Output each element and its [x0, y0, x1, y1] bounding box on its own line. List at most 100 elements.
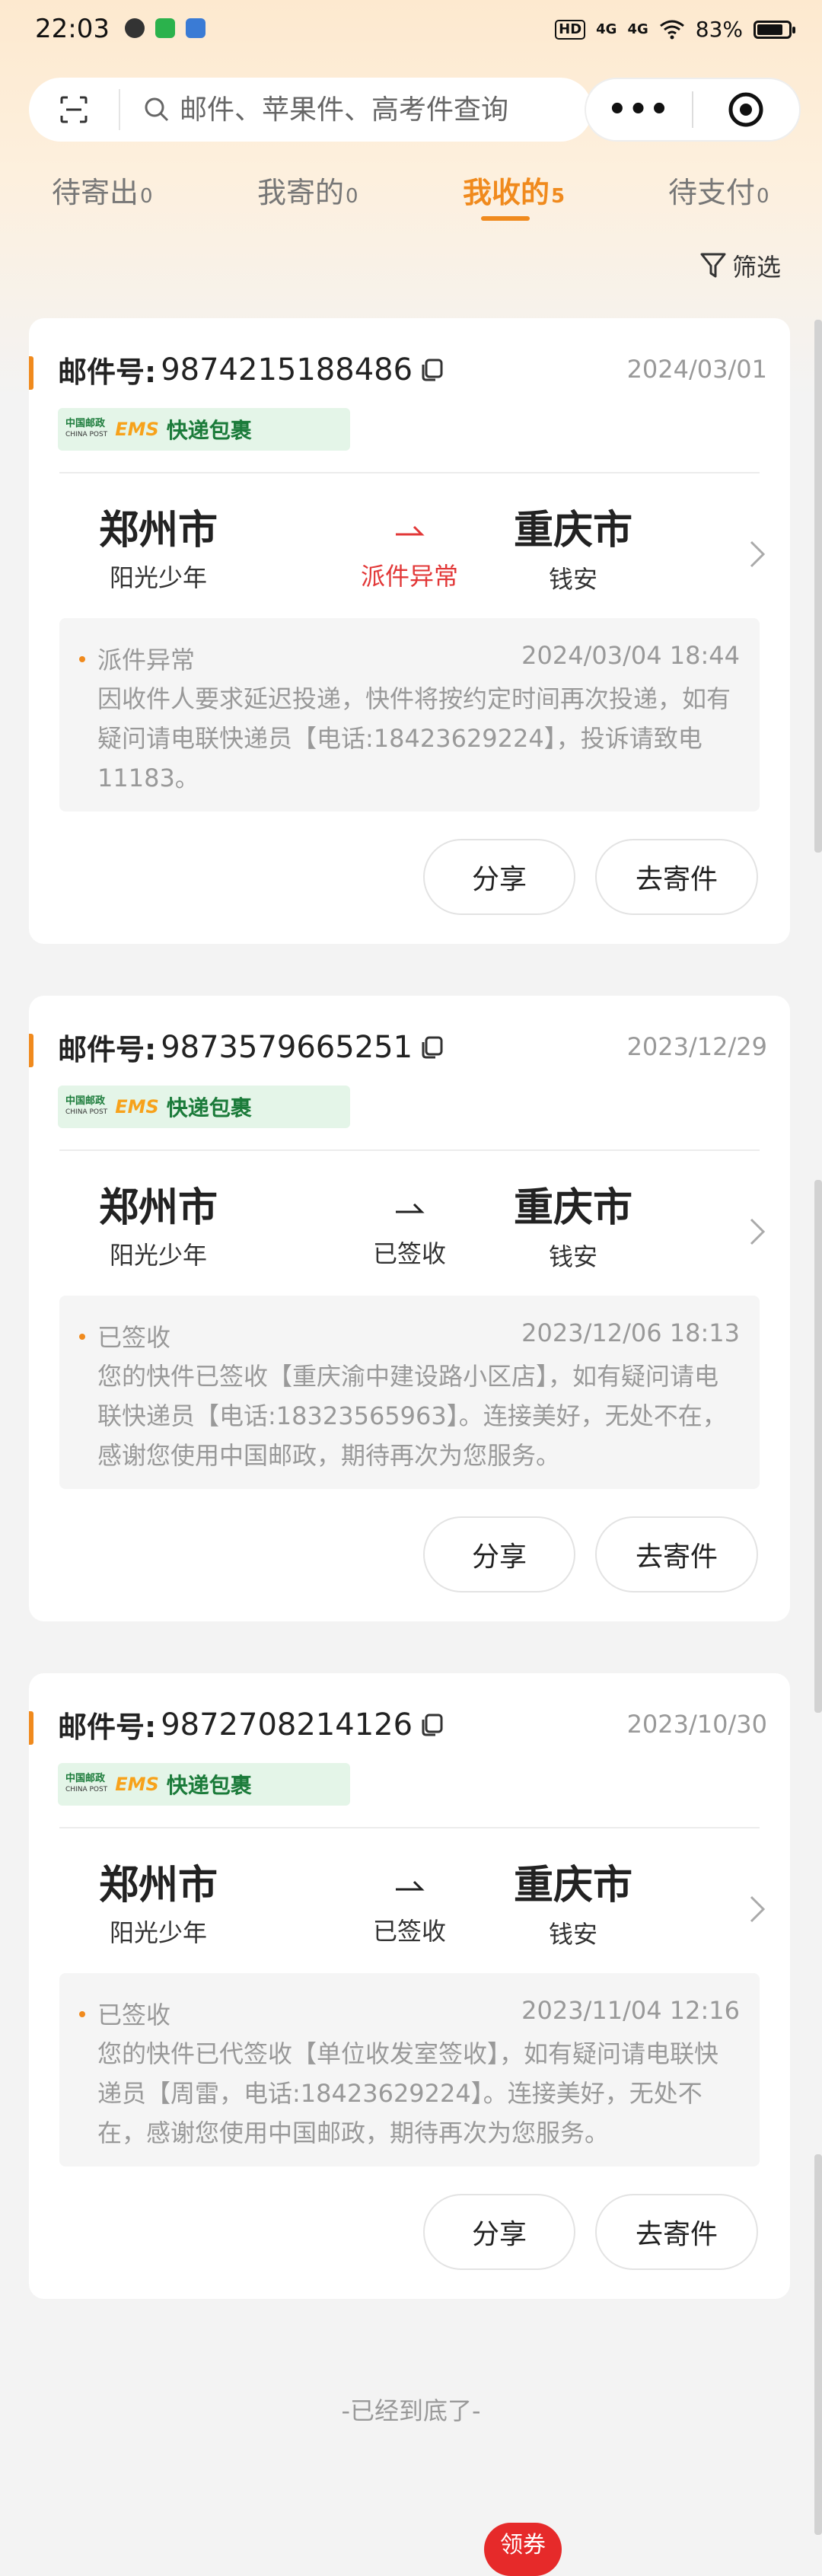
search-bar[interactable] — [29, 78, 592, 142]
chevron-right-icon[interactable] — [747, 1894, 767, 1924]
tab-sent[interactable]: 我寄的0 — [257, 169, 358, 211]
card-date: 2023/12/29 — [626, 1032, 767, 1061]
ems-badge: 中国邮政 CHINA POST EMS 快递包裹 — [58, 1763, 350, 1806]
mail-number-value: 9874215188486 — [161, 352, 413, 387]
tracking-info: 派件异常 2024/03/04 18:44 因收件人要求延迟投递，快件将按约定时… — [59, 618, 760, 811]
search-input-wrap — [120, 93, 546, 126]
to-city: 重庆市 — [513, 508, 632, 553]
mail-number-label: 邮件号: — [58, 1710, 157, 1744]
coupon-button[interactable]: 领券 — [484, 2523, 562, 2576]
tab-count: 5 — [551, 185, 566, 208]
track-dot — [79, 656, 85, 662]
track-time: 2023/11/04 12:16 — [521, 1996, 740, 2025]
china-post-logo: 中国邮政 CHINA POST — [65, 1773, 108, 1793]
app-notification-icon — [155, 18, 175, 38]
sender-name: 阳光少年 — [109, 563, 207, 592]
signal-icon: 4G — [596, 21, 617, 37]
ems-badge: 中国邮政 CHINA POST EMS 快递包裹 — [58, 1086, 350, 1128]
scrollbar[interactable] — [814, 1180, 822, 1713]
sender-name: 阳光少年 — [109, 1918, 207, 1947]
active-tab-indicator — [481, 216, 530, 221]
ems-badge: 中国邮政 CHINA POST EMS 快递包裹 — [58, 408, 350, 451]
app-notification-icon — [186, 18, 206, 38]
receiver-name: 钱安 — [548, 1920, 597, 1949]
china-post-logo: 中国邮政 CHINA POST — [65, 1095, 108, 1116]
card-divider — [59, 1827, 760, 1828]
ems-logo: EMS — [115, 1096, 159, 1117]
copy-icon[interactable] — [419, 357, 444, 383]
close-mini-program-button[interactable] — [693, 90, 799, 129]
tab-pending-send[interactable]: 待寄出0 — [52, 169, 153, 211]
badge-label: 快递包裹 — [166, 1773, 252, 1798]
tab-label: 待寄出 — [52, 176, 139, 209]
send-parcel-button[interactable]: 去寄件 — [595, 839, 758, 915]
track-title: 已签收 — [97, 1323, 171, 1352]
card-divider — [59, 1149, 760, 1151]
chevron-right-icon[interactable] — [747, 539, 767, 569]
mail-number-value: 9873579665251 — [161, 1029, 413, 1065]
track-description: 因收件人要求延迟投递，快件将按约定时间再次投递，如有疑问请电联快递员【电话:18… — [97, 684, 731, 792]
status-right: HD 4G 4G 83% — [555, 17, 795, 42]
status-bar: 22:03 HD 4G 4G 83% — [0, 0, 822, 65]
mail-number-label: 邮件号: — [58, 1033, 157, 1066]
card-date: 2024/03/01 — [626, 355, 767, 384]
card-date: 2023/10/30 — [626, 1710, 767, 1739]
mail-number: 邮件号: 9873579665251 — [58, 1026, 444, 1068]
tab-label: 我寄的 — [257, 176, 345, 209]
mail-number-value: 9872708214126 — [161, 1707, 413, 1742]
track-description: 您的快件已代签收【单位收发室签收】，如有疑问请电联快递员【周雷，电话:18423… — [97, 2039, 719, 2147]
badge-label: 快递包裹 — [166, 418, 252, 443]
to-city: 重庆市 — [513, 1185, 632, 1231]
tab-pending-payment[interactable]: 待支付0 — [668, 169, 769, 211]
battery-percent: 83% — [695, 17, 743, 42]
parcel-card[interactable]: 邮件号: 9872708214126 2023/10/30 中国邮政 CHINA … — [29, 1673, 790, 2299]
search-input[interactable] — [178, 93, 546, 126]
tab-count: 0 — [346, 185, 358, 208]
parcel-card[interactable]: 邮件号: 9874215188486 2024/03/01 中国邮政 CHINA … — [29, 318, 790, 944]
track-title: 派件异常 — [97, 646, 196, 674]
route-arrow-icon — [396, 1203, 425, 1213]
mail-number: 邮件号: 9872708214126 — [58, 1704, 444, 1745]
delivery-status: 已签收 — [372, 1239, 446, 1268]
route-arrow-icon — [396, 525, 425, 536]
card-accent-bar — [29, 1711, 33, 1745]
share-button[interactable]: 分享 — [423, 1516, 575, 1592]
delivery-status: 派件异常 — [360, 562, 458, 591]
china-post-logo: 中国邮政 CHINA POST — [65, 418, 108, 438]
card-divider — [59, 472, 760, 473]
from-city: 郑州市 — [98, 508, 218, 553]
send-parcel-button[interactable]: 去寄件 — [595, 2194, 758, 2270]
tab-count: 0 — [757, 185, 769, 208]
scrollbar[interactable] — [814, 320, 822, 853]
notification-icons — [125, 18, 206, 38]
to-city: 重庆市 — [513, 1863, 632, 1908]
badge-label: 快递包裹 — [166, 1095, 252, 1121]
route-arrow-icon — [396, 1880, 425, 1891]
track-description: 您的快件已签收【重庆渝中建设路小区店】，如有疑问请电联快递员【电话:183235… — [97, 1362, 727, 1470]
copy-icon[interactable] — [419, 1712, 444, 1738]
tracking-info: 已签收 2023/11/04 12:16 您的快件已代签收【单位收发室签收】，如… — [59, 1973, 760, 2166]
tab-received[interactable]: 我收的5 — [463, 169, 565, 211]
send-parcel-button[interactable]: 去寄件 — [595, 1516, 758, 1592]
ems-logo: EMS — [115, 419, 159, 440]
from-city: 郑州市 — [98, 1185, 218, 1231]
more-options-button[interactable]: ••• — [586, 92, 692, 127]
share-button[interactable]: 分享 — [423, 839, 575, 915]
filter-label: 筛选 — [732, 253, 782, 282]
card-accent-bar — [29, 1034, 33, 1067]
filter-icon — [700, 253, 726, 278]
track-title: 已签收 — [97, 2001, 171, 2029]
scan-button[interactable] — [29, 89, 120, 130]
receiver-name: 钱安 — [548, 565, 597, 594]
scrollbar[interactable] — [814, 2154, 822, 2535]
card-accent-bar — [29, 356, 33, 390]
mail-number: 邮件号: 9874215188486 — [58, 349, 444, 391]
filter-button[interactable]: 筛选 — [700, 248, 781, 283]
target-icon — [728, 92, 763, 127]
tab-count: 0 — [140, 185, 153, 208]
parcel-card[interactable]: 邮件号: 9873579665251 2023/12/29 中国邮政 CHINA … — [29, 996, 790, 1621]
share-button[interactable]: 分享 — [423, 2194, 575, 2270]
copy-icon[interactable] — [419, 1035, 444, 1060]
track-time: 2024/03/04 18:44 — [521, 641, 740, 670]
chevron-right-icon[interactable] — [747, 1216, 767, 1247]
